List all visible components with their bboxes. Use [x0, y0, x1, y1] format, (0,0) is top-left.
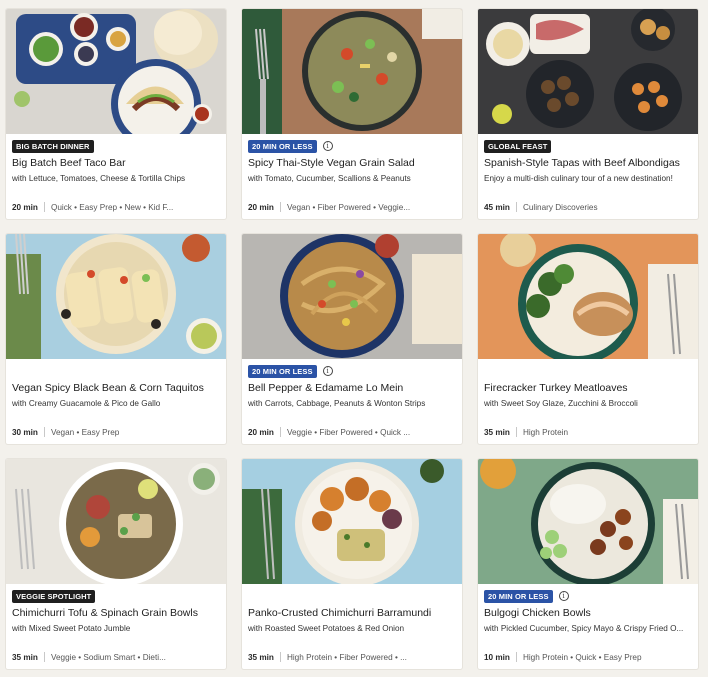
recipe-title[interactable]: Vegan Spicy Black Bean & Corn Taquitos	[12, 382, 220, 394]
taco-bar-photo[interactable]	[6, 9, 226, 134]
prep-time: 20 min	[248, 427, 274, 437]
bulgogi-photo[interactable]	[478, 459, 698, 584]
recipe-badge: GLOBAL FEAST	[484, 139, 552, 153]
recipe-title[interactable]: Firecracker Turkey Meatloaves	[484, 382, 692, 394]
info-icon[interactable]: i	[558, 591, 569, 601]
recipe-tags: Vegan • Fiber Powered • Veggie...	[286, 202, 411, 212]
recipe-subtitle: with Carrots, Cabbage, Peanuts & Wonton …	[248, 399, 426, 408]
recipe-subtitle: with Mixed Sweet Potato Jumble	[12, 624, 131, 633]
recipe-meta: 35 min Veggie • Sodium Smart • Dieti...	[12, 652, 220, 662]
recipe-tags: Culinary Discoveries	[522, 202, 598, 212]
recipe-card[interactable]: VEGGIE SPOTLIGHT Chimichurri Tofu & Spin…	[6, 459, 226, 669]
recipe-badge: 20 MIN OR LESS	[484, 589, 553, 603]
prep-time: 20 min	[248, 202, 274, 212]
prep-time: 35 min	[484, 427, 510, 437]
recipe-card[interactable]: Vegan Spicy Black Bean & Corn Taquitos w…	[6, 234, 226, 444]
recipe-subtitle: with Lettuce, Tomatoes, Cheese & Tortill…	[12, 174, 186, 183]
recipe-badge: 20 MIN OR LESS	[248, 139, 317, 153]
recipe-subtitle: with Pickled Cucumber, Spicy Mayo & Cris…	[484, 624, 684, 633]
recipe-subtitle: with Sweet Soy Glaze, Zucchini & Broccol…	[484, 399, 638, 408]
recipe-title[interactable]: Panko-Crusted Chimichurri Barramundi	[248, 607, 456, 619]
tapas-photo[interactable]	[478, 9, 698, 134]
recipe-badge: VEGGIE SPOTLIGHT	[12, 589, 96, 603]
info-icon[interactable]: i	[322, 141, 333, 151]
recipe-card[interactable]: 20 MIN OR LESS i Bell Pepper & Edamame L…	[242, 234, 462, 444]
recipe-card[interactable]: BIG BATCH DINNER Big Batch Beef Taco Bar…	[6, 9, 226, 219]
recipe-title[interactable]: Big Batch Beef Taco Bar	[12, 157, 220, 169]
prep-time: 30 min	[12, 427, 38, 437]
recipe-tags: Quick • Easy Prep • New • Kid F...	[50, 202, 174, 212]
meta-divider	[279, 427, 281, 437]
grain-salad-photo[interactable]	[242, 9, 462, 134]
recipe-title[interactable]: Bell Pepper & Edamame Lo Mein	[248, 382, 456, 394]
prep-time: 35 min	[12, 652, 38, 662]
recipe-tags: High Protein • Quick • Easy Prep	[522, 652, 642, 662]
recipe-badge: 20 MIN OR LESS	[248, 364, 317, 378]
recipe-tags: High Protein • Fiber Powered • ...	[286, 652, 407, 662]
recipe-tags: Veggie • Fiber Powered • Quick ...	[286, 427, 411, 437]
meta-divider	[43, 427, 45, 437]
recipe-meta: 20 min Quick • Easy Prep • New • Kid F..…	[12, 202, 220, 212]
recipe-meta: 20 min Veggie • Fiber Powered • Quick ..…	[248, 427, 456, 437]
recipe-card[interactable]: Firecracker Turkey Meatloaves with Sweet…	[478, 234, 698, 444]
prep-time: 20 min	[12, 202, 38, 212]
recipe-subtitle: with Creamy Guacamole & Pico de Gallo	[12, 399, 161, 408]
recipe-card[interactable]: 20 MIN OR LESS i Spicy Thai-Style Vegan …	[242, 9, 462, 219]
recipe-title[interactable]: Chimichurri Tofu & Spinach Grain Bowls	[12, 607, 220, 619]
info-icon[interactable]: i	[322, 366, 333, 376]
recipe-card[interactable]: 20 MIN OR LESS i Bulgogi Chicken Bowls w…	[478, 459, 698, 669]
recipe-badge: BIG BATCH DINNER	[12, 139, 94, 153]
recipe-card[interactable]: GLOBAL FEAST Spanish-Style Tapas with Be…	[478, 9, 698, 219]
recipe-meta: 20 min Vegan • Fiber Powered • Veggie...	[248, 202, 456, 212]
tofu-bowl-photo[interactable]	[6, 459, 226, 584]
prep-time: 35 min	[248, 652, 274, 662]
prep-time: 45 min	[484, 202, 510, 212]
meta-divider	[515, 202, 517, 212]
recipe-meta: 35 min High Protein • Fiber Powered • ..…	[248, 652, 456, 662]
recipe-tags: High Protein	[522, 427, 569, 437]
barramundi-photo[interactable]	[242, 459, 462, 584]
recipe-subtitle: with Tomato, Cucumber, Scallions & Peanu…	[248, 174, 411, 183]
recipe-tags: Vegan • Easy Prep	[50, 427, 120, 437]
meta-divider	[515, 427, 517, 437]
meta-divider	[279, 652, 281, 662]
meta-divider	[43, 652, 45, 662]
lo-mein-photo[interactable]	[242, 234, 462, 359]
recipe-meta: 45 min Culinary Discoveries	[484, 202, 692, 212]
meatloaves-photo[interactable]	[478, 234, 698, 359]
recipe-meta: 30 min Vegan • Easy Prep	[12, 427, 220, 437]
meta-divider	[279, 202, 281, 212]
meta-divider	[515, 652, 517, 662]
recipe-title[interactable]: Bulgogi Chicken Bowls	[484, 607, 692, 619]
recipe-card[interactable]: Panko-Crusted Chimichurri Barramundi wit…	[242, 459, 462, 669]
recipe-title[interactable]: Spicy Thai-Style Vegan Grain Salad	[248, 157, 456, 169]
recipe-subtitle: Enjoy a multi-dish culinary tour of a ne…	[484, 174, 673, 183]
recipe-subtitle: with Roasted Sweet Potatoes & Red Onion	[248, 624, 405, 633]
meta-divider	[43, 202, 45, 212]
prep-time: 10 min	[484, 652, 510, 662]
recipe-meta: 10 min High Protein • Quick • Easy Prep	[484, 652, 692, 662]
recipe-title[interactable]: Spanish-Style Tapas with Beef Albondigas	[484, 157, 692, 169]
recipe-tags: Veggie • Sodium Smart • Dieti...	[50, 652, 166, 662]
recipe-meta: 35 min High Protein	[484, 427, 692, 437]
taquitos-photo[interactable]	[6, 234, 226, 359]
